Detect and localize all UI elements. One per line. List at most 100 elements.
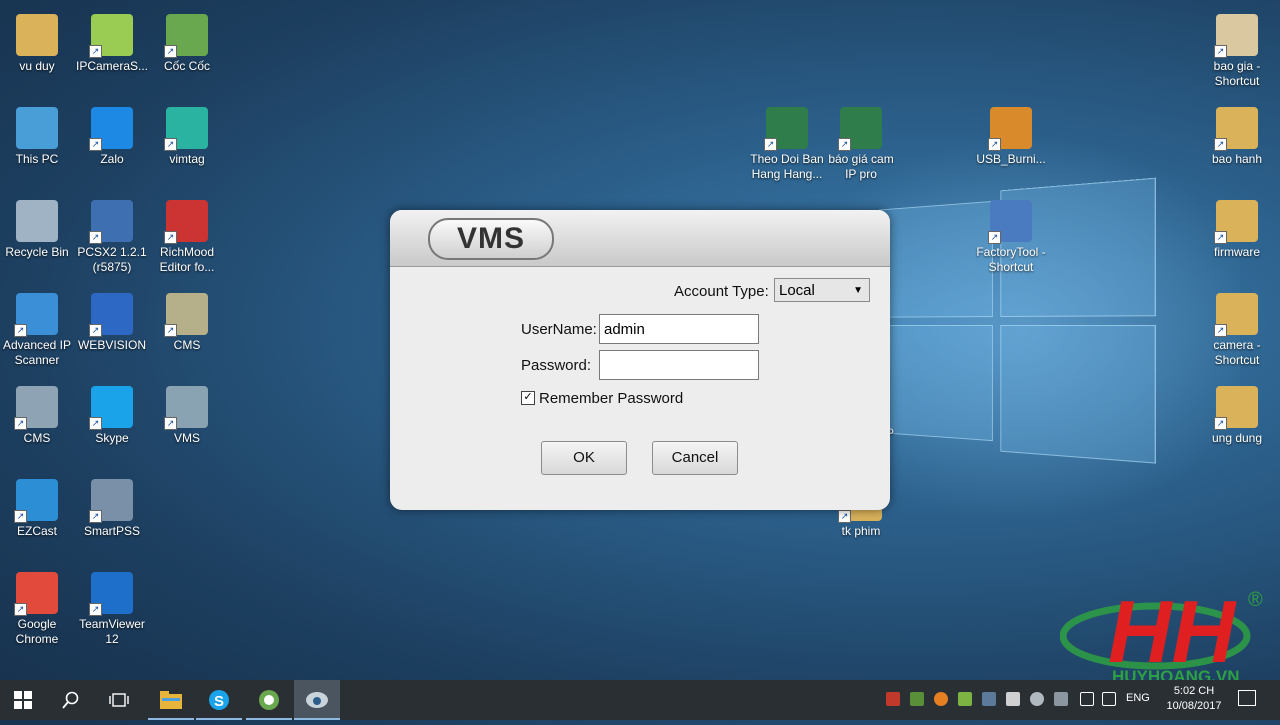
language-indicator[interactable]: ENG <box>1126 692 1150 704</box>
remember-password-label: Remember Password <box>539 390 684 407</box>
desktop-icon[interactable]: ↗ VMS <box>150 386 224 446</box>
shortcut-arrow-icon: ↗ <box>89 45 102 58</box>
cancel-button[interactable]: Cancel <box>652 441 738 475</box>
huyhoang-watermark: HH ® HUYHOANG.VN <box>1060 584 1263 684</box>
taskbar-vms[interactable] <box>294 680 340 720</box>
desktop-icon-label: VMS <box>173 431 200 445</box>
shortcut-arrow-icon: ↗ <box>1214 324 1227 337</box>
desktop-icon[interactable]: ↗ bao hanh <box>1200 107 1274 167</box>
desktop-icon[interactable]: ↗ CMS <box>150 293 224 353</box>
app-tray-icon[interactable] <box>934 692 948 706</box>
app-tray-icon[interactable] <box>958 692 972 706</box>
shortcut-arrow-icon: ↗ <box>89 231 102 244</box>
desktop-icon-label: Recycle Bin <box>5 245 69 259</box>
registered-mark: ® <box>1248 589 1263 611</box>
start-button[interactable] <box>0 680 46 720</box>
desktop-icon[interactable]: This PC <box>0 107 74 167</box>
desktop-icon-label: CMS <box>23 431 51 445</box>
vivaldi-tray-icon[interactable] <box>886 692 900 706</box>
desktop-icon[interactable]: ↗ RichMood Editor fo... <box>150 200 224 275</box>
shortcut-arrow-icon: ↗ <box>164 231 177 244</box>
desktop-icon[interactable]: ↗ USB_Burni... <box>974 107 1048 167</box>
taskbar-file-explorer[interactable] <box>148 680 194 720</box>
desktop-icon[interactable]: ↗ WEBVISION <box>75 293 149 353</box>
camera-app-icon: ↗ <box>89 14 133 58</box>
username-label: UserName: <box>521 321 597 338</box>
shortcut-arrow-icon: ↗ <box>164 138 177 151</box>
taskbar: S ENG 5:02 CH 10/08/2017 <box>0 680 1280 720</box>
shortcut-arrow-icon: ↗ <box>89 603 102 616</box>
cloud-icon[interactable] <box>1030 692 1044 706</box>
taskbar-clock[interactable]: 5:02 CH 10/08/2017 <box>1160 684 1228 714</box>
richmood-icon: ↗ <box>164 200 208 244</box>
chevron-down-icon: ▼ <box>853 285 863 296</box>
account-type-select[interactable]: Local ▼ <box>774 278 870 302</box>
excel-icon: ↗ <box>764 107 808 151</box>
wifi-icon[interactable] <box>1080 692 1094 706</box>
desktop-icon[interactable]: ↗ bao gia - Shortcut <box>1200 14 1274 89</box>
desktop-icon[interactable]: ↗ PCSX2 1.2.1 (r5875) <box>75 200 149 275</box>
coccoc-icon <box>259 690 279 710</box>
desktop-icon[interactable]: ↗ EZCast <box>0 479 74 539</box>
desktop-icon[interactable]: ↗ Skype <box>75 386 149 446</box>
windows-start-icon <box>14 691 32 709</box>
desktop-icon[interactable]: vu duy <box>0 14 74 74</box>
usb-burning-icon: ↗ <box>988 107 1032 151</box>
desktop-icon[interactable]: ↗ SmartPSS <box>75 479 149 539</box>
search-button[interactable] <box>48 680 94 720</box>
action-center-icon[interactable] <box>1238 690 1256 706</box>
app-tray-icon[interactable] <box>1006 692 1020 706</box>
desktop-icon-label: CMS <box>173 338 201 352</box>
desktop-icon[interactable]: ↗ báo giá cam IP pro <box>824 107 898 182</box>
desktop-icon[interactable]: ↗ IPCameraS... <box>75 14 149 74</box>
password-field[interactable] <box>599 350 759 380</box>
skype-icon: S <box>209 690 229 710</box>
clock-date: 10/08/2017 <box>1166 700 1222 712</box>
skype-icon: ↗ <box>89 386 133 430</box>
network-tool-tray-icon[interactable] <box>982 692 996 706</box>
network-scanner-icon: ↗ <box>14 293 58 337</box>
shield-icon[interactable] <box>910 692 924 706</box>
desktop-icon[interactable]: ↗ Google Chrome <box>0 572 74 647</box>
username-field[interactable] <box>599 314 759 344</box>
taskbar-coccoc[interactable] <box>246 680 292 720</box>
app-tray-icon[interactable] <box>1054 692 1068 706</box>
teamviewer-icon: ↗ <box>89 572 133 616</box>
desktop-icon[interactable]: Recycle Bin <box>0 200 74 260</box>
desktop-icon[interactable]: ↗ firmware <box>1200 200 1274 260</box>
desktop-icon-label: Theo Doi Ban Hang Hang... <box>750 152 824 181</box>
password-label: Password: <box>521 357 592 374</box>
shortcut-arrow-icon: ↗ <box>14 417 27 430</box>
desktop-icon-label: SmartPSS <box>83 524 140 538</box>
shortcut-arrow-icon: ↗ <box>89 417 102 430</box>
desktop-icon[interactable]: ↗ camera - Shortcut <box>1200 293 1274 368</box>
desktop-icon[interactable]: ↗ Advanced IP Scanner <box>0 293 74 368</box>
smartpss-icon: ↗ <box>89 479 133 523</box>
volume-icon[interactable] <box>1102 692 1116 706</box>
desktop-icon[interactable]: ↗ vimtag <box>150 107 224 167</box>
task-view-button[interactable] <box>96 680 142 720</box>
desktop-icon[interactable]: ↗ Zalo <box>75 107 149 167</box>
desktop-icon[interactable]: ↗ FactoryTool - Shortcut <box>974 200 1048 275</box>
folder-icon: ↗ <box>1214 386 1258 430</box>
desktop-icon[interactable]: ↗ Cốc Cốc <box>150 14 224 74</box>
ok-button[interactable]: OK <box>541 441 627 475</box>
desktop-icon[interactable]: ↗ TeamViewer 12 <box>75 572 149 647</box>
vms-icon: ↗ <box>164 386 208 430</box>
remember-password-checkbox[interactable]: ✓ <box>521 391 535 405</box>
shortcut-arrow-icon: ↗ <box>988 138 1001 151</box>
desktop-icon[interactable]: ↗ ung dung <box>1200 386 1274 446</box>
ezcast-icon: ↗ <box>14 479 58 523</box>
taskbar-skype[interactable]: S <box>196 680 242 720</box>
desktop-icon-label: RichMood Editor fo... <box>159 245 215 274</box>
desktop-icon[interactable]: ↗ CMS <box>0 386 74 446</box>
desktop-icon[interactable]: ↗ Theo Doi Ban Hang Hang... <box>750 107 824 182</box>
shortcut-arrow-icon: ↗ <box>164 45 177 58</box>
desktop-icon-label: vimtag <box>169 152 205 166</box>
desktop-icon-label: tk phim <box>841 524 881 538</box>
desktop-icon-label: bao hanh <box>1211 152 1263 166</box>
desktop-icon-label: USB_Burni... <box>976 152 1046 166</box>
factorytool-icon: ↗ <box>988 200 1032 244</box>
recycle-bin-icon <box>16 200 58 242</box>
desktop-icon-label: ung dung <box>1211 431 1263 445</box>
